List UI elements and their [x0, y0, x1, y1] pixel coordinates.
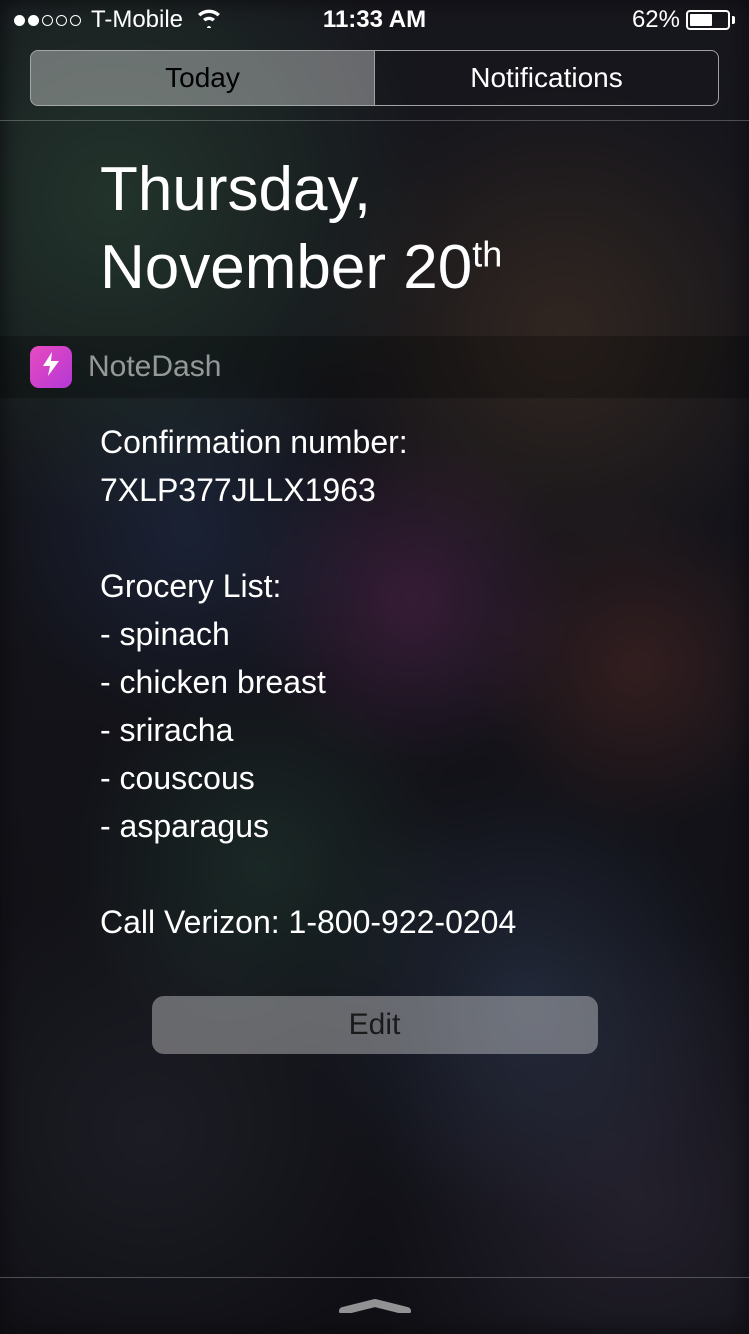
wifi-icon	[195, 6, 223, 35]
clock: 11:33 AM	[323, 6, 426, 34]
date-month-day: November 20	[100, 233, 472, 302]
carrier-label: T-Mobile	[91, 6, 183, 34]
bolt-icon	[43, 352, 59, 382]
notedash-app-icon	[30, 346, 72, 388]
battery-percent-label: 62%	[632, 6, 680, 34]
status-right: 62%	[632, 6, 735, 34]
status-bar: T-Mobile 11:33 AM 62%	[0, 0, 749, 40]
tab-today[interactable]: Today	[31, 51, 374, 105]
date-header: Thursday, November 20th	[0, 121, 749, 336]
widget-app-name: NoteDash	[88, 350, 221, 384]
edit-button[interactable]: Edit	[152, 996, 598, 1054]
date-ordinal: th	[472, 233, 502, 274]
date-weekday: Thursday,	[100, 151, 719, 229]
view-toggle: Today Notifications	[30, 50, 719, 106]
chevron-up-icon	[339, 1299, 411, 1313]
date-line: November 20th	[100, 229, 719, 307]
widget-note-content[interactable]: Confirmation number: 7XLP377JLLX1963 Gro…	[0, 398, 749, 976]
battery-icon	[686, 10, 735, 30]
grabber-area[interactable]	[0, 1278, 749, 1334]
widget-header[interactable]: NoteDash	[0, 336, 749, 398]
signal-strength-icon	[14, 15, 81, 26]
tab-notifications[interactable]: Notifications	[374, 51, 718, 105]
status-left: T-Mobile	[14, 6, 223, 35]
